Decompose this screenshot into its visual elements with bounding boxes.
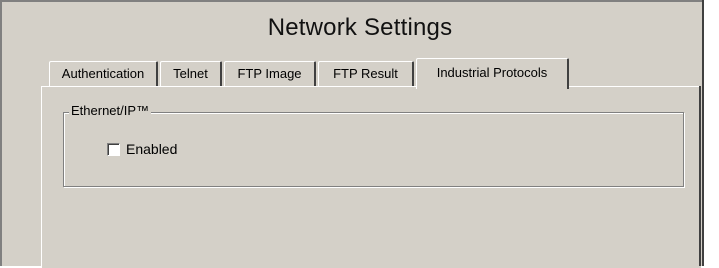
dialog-top-border xyxy=(0,0,704,2)
tab-authentication[interactable]: Authentication xyxy=(49,61,158,86)
network-settings-dialog: Network Settings Authentication Telnet F… xyxy=(0,0,719,268)
tab-ftp-result[interactable]: FTP Result xyxy=(318,61,414,86)
ethernet-ip-group-title: Ethernet/IP™ xyxy=(69,103,152,119)
panel-right-border xyxy=(699,86,701,266)
tab-telnet[interactable]: Telnet xyxy=(160,61,222,86)
tab-industrial-protocols[interactable]: Industrial Protocols xyxy=(416,58,569,89)
dialog-title: Network Settings xyxy=(267,14,453,41)
enabled-checkbox[interactable] xyxy=(107,143,120,156)
enabled-checkbox-label[interactable]: Enabled xyxy=(126,141,177,158)
tab-ftp-image[interactable]: FTP Image xyxy=(224,61,316,86)
